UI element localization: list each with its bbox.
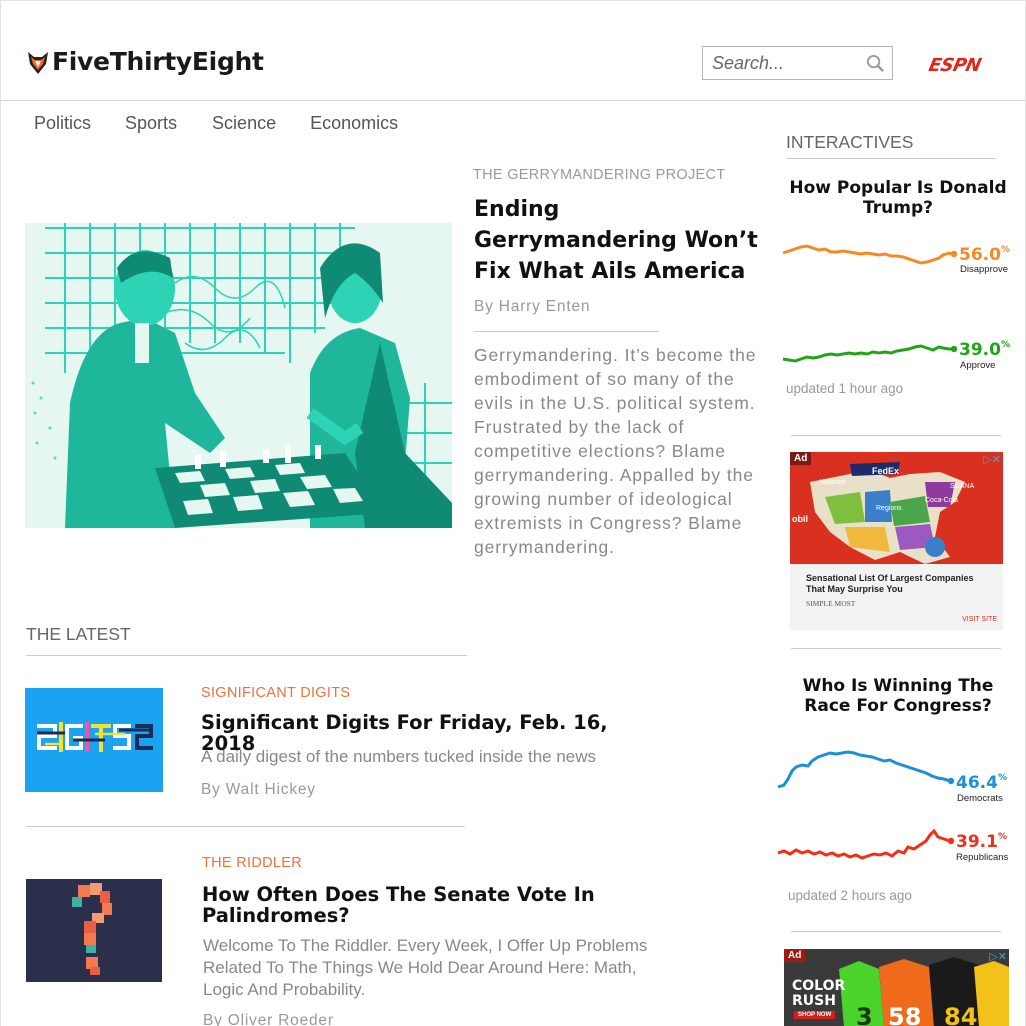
feature-title[interactable]: Ending Gerrymandering Won’t Fix What Ail…: [474, 194, 764, 287]
nav-item-politics[interactable]: Politics: [34, 113, 91, 134]
approve-line: [782, 344, 953, 363]
nav-item-science[interactable]: Science: [212, 113, 276, 134]
democrats-label: Democrats: [957, 793, 1003, 804]
espn-logo[interactable]: ESPN: [927, 55, 983, 76]
democrats-value: 46.4%: [956, 773, 1007, 793]
chess-players-illustration-icon: [25, 223, 452, 528]
democrats-line: [777, 750, 951, 789]
congress-updated: updated 2 hours ago: [788, 888, 912, 903]
search-icon[interactable]: [866, 54, 885, 73]
fox-icon: [28, 51, 48, 74]
feature-dek: Gerrymandering. It’s become the embodime…: [474, 345, 757, 557]
ad-headline[interactable]: COLOR RUSH: [792, 979, 852, 1009]
congress-title[interactable]: Who Is Winning The Race For Congress?: [786, 676, 1010, 716]
divider: [474, 331, 659, 332]
section-nav: Politics Sports Science Economics: [34, 113, 432, 134]
map-label: FedEx: [872, 466, 899, 476]
map-label: SCANA: [950, 483, 974, 490]
advertisement[interactable]: 3 58 84 Ad ▷✕ COLOR RUSH SHOP NOW: [784, 949, 1009, 1026]
question-mark-illustration-icon: [26, 879, 162, 982]
logo-text: FiveThirtyEight: [52, 47, 264, 76]
democrats-endpoint: [947, 777, 955, 785]
jersey-number: 84: [944, 1003, 977, 1026]
us-map-icon: FedEx Walmart Coca-Cola SCANA Regions ob…: [790, 452, 1003, 564]
divider: [791, 648, 1001, 649]
republicans-endpoint: [947, 837, 955, 845]
story-dek: Welcome To The Riddler. Every Week, I Of…: [203, 936, 648, 999]
nav-item-sports[interactable]: Sports: [125, 113, 177, 134]
divider: [26, 655, 467, 656]
story-thumbnail-riddler[interactable]: [26, 879, 162, 982]
republicans-line: [777, 828, 951, 860]
approval-title[interactable]: How Popular Is Donald Trump?: [786, 178, 1010, 218]
digits-logo-icon: [25, 688, 163, 792]
divider: [26, 826, 465, 827]
divider: [791, 435, 1001, 436]
feature-image[interactable]: [25, 223, 452, 528]
story-kicker[interactable]: THE RIDDLER: [202, 855, 302, 871]
ad-source: SIMPLE MOST: [806, 599, 856, 608]
republicans-label: Republicans: [956, 852, 1009, 863]
shop-now-button[interactable]: SHOP NOW: [794, 1011, 836, 1019]
disapprove-endpoint: [950, 250, 958, 258]
feature-byline[interactable]: By Harry Enten: [474, 298, 590, 316]
disapprove-label: Disapprove: [960, 264, 1008, 275]
nav-item-economics[interactable]: Economics: [310, 113, 398, 134]
divider: [786, 158, 996, 159]
map-side-text: obil: [792, 514, 808, 524]
story-kicker[interactable]: SIGNIFICANT DIGITS: [201, 685, 350, 701]
map-label: Coca-Cola: [925, 497, 958, 504]
congress-chart[interactable]: 46.4% Democrats 39.1% Republicans: [777, 741, 1018, 867]
map-label: Walmart: [820, 479, 846, 486]
story-byline[interactable]: By Walt Hickey: [201, 781, 316, 799]
page: FiveThirtyEight ESPN Politics Sports Sci…: [0, 0, 1026, 1026]
story-thumbnail-significant-digits[interactable]: [25, 688, 163, 792]
approval-chart[interactable]: 56.0% Disapprove 39.0% Approve: [782, 237, 1013, 371]
jersey-number: 58: [888, 1003, 921, 1026]
story-byline[interactable]: By Oliver Roeder: [203, 1012, 334, 1026]
approve-endpoint: [950, 345, 958, 353]
ad-badge: Ad: [784, 949, 806, 962]
advertisement[interactable]: FedEx Walmart Coca-Cola SCANA Regions ob…: [790, 452, 1003, 630]
search-input[interactable]: [712, 52, 862, 74]
disapprove-value: 56.0%: [959, 245, 1010, 265]
site-header: FiveThirtyEight ESPN: [1, 1, 1025, 101]
story-dek: A daily digest of the numbers tucked ins…: [201, 747, 597, 766]
interactives-heading: INTERACTIVES: [786, 132, 914, 152]
ad-badge: Ad: [790, 452, 812, 465]
ad-headline[interactable]: Sensational List Of Largest Companies Th…: [806, 573, 986, 595]
approve-value: 39.0%: [959, 340, 1010, 360]
jersey-number: 3: [856, 1003, 873, 1026]
ad-cta[interactable]: VISIT SITE: [962, 616, 997, 623]
ad-close-icon[interactable]: ▷✕: [983, 453, 1001, 466]
ad-close-icon[interactable]: ▷✕: [989, 950, 1007, 963]
story-title[interactable]: How Often Does The Senate Vote In Palind…: [202, 884, 642, 926]
map-label: Regions: [876, 505, 902, 512]
approval-updated: updated 1 hour ago: [786, 381, 904, 396]
feature-kicker[interactable]: THE GERRYMANDERING PROJECT: [473, 167, 725, 183]
search-box[interactable]: [702, 46, 893, 80]
disapprove-line: [782, 244, 954, 265]
approve-label: Approve: [960, 360, 995, 371]
divider: [791, 931, 1001, 932]
site-logo[interactable]: FiveThirtyEight: [27, 47, 264, 76]
republicans-value: 39.1%: [956, 832, 1007, 852]
latest-heading: THE LATEST: [26, 624, 131, 644]
